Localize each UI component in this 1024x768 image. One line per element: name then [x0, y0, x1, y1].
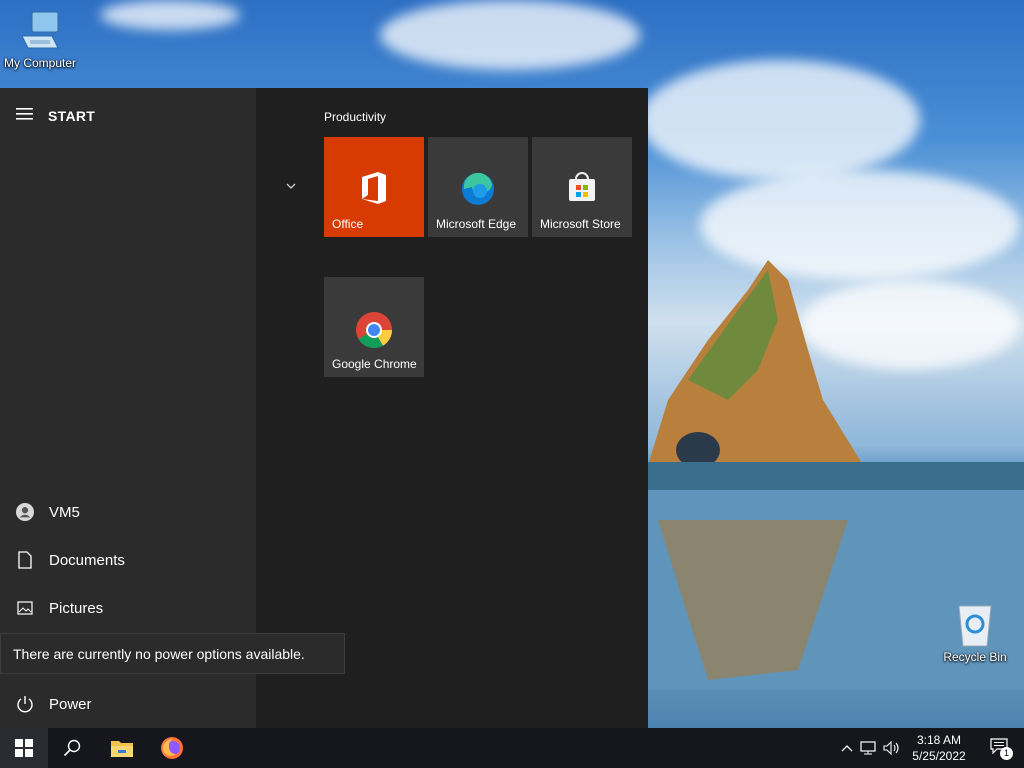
pictures-icon — [16, 599, 34, 617]
store-tile[interactable]: Microsoft Store — [532, 137, 632, 237]
power-item[interactable]: Power — [0, 684, 256, 724]
notification-count-badge: 1 — [1000, 747, 1013, 760]
network-icon[interactable] — [856, 741, 880, 755]
chrome-tile[interactable]: Google Chrome — [324, 277, 424, 377]
documents-label: Documents — [49, 551, 125, 569]
clock-date: 5/25/2022 — [912, 749, 966, 763]
user-account-label: VM5 — [49, 503, 80, 521]
system-tray — [838, 728, 904, 768]
action-center-button[interactable]: 1 — [976, 728, 1024, 768]
tile-label: Microsoft Store — [540, 217, 621, 231]
tile-group-label: Productivity — [324, 110, 387, 124]
chrome-icon — [355, 311, 393, 352]
document-icon — [16, 551, 34, 569]
desktop-icon-label: Recycle Bin — [943, 650, 1007, 664]
power-label: Power — [49, 695, 92, 713]
edge-tile[interactable]: Microsoft Edge — [428, 137, 528, 237]
recycle-bin-icon — [958, 605, 992, 647]
file-explorer-button[interactable] — [98, 728, 146, 768]
clock-time: 3:18 AM — [916, 733, 962, 747]
pictures-label: Pictures — [49, 599, 104, 617]
start-tiles-pane: Productivity Office Microsoft Edge Micro… — [256, 88, 648, 728]
user-avatar-icon — [16, 503, 34, 521]
power-icon — [16, 695, 34, 713]
tile-label: Google Chrome — [332, 357, 417, 371]
user-account-item[interactable]: VM5 — [0, 492, 256, 532]
power-options-tooltip: There are currently no power options ava… — [0, 633, 345, 674]
firefox-button[interactable] — [148, 728, 196, 768]
file-explorer-icon — [111, 741, 133, 757]
search-icon — [63, 739, 81, 757]
taskbar: 3:18 AM 5/25/2022 1 — [0, 728, 1024, 768]
store-icon — [566, 171, 598, 206]
volume-icon[interactable] — [880, 741, 904, 755]
office-icon — [359, 171, 389, 208]
tile-label: Office — [332, 217, 364, 231]
start-title: START — [48, 108, 96, 124]
my-computer-desktop-icon[interactable]: My Computer — [0, 10, 80, 70]
start-menu: START VM5 Documents Pictures Power Produ… — [0, 88, 648, 728]
firefox-icon — [161, 737, 183, 759]
recycle-bin-desktop-icon[interactable]: Recycle Bin — [935, 600, 1015, 664]
search-button[interactable] — [48, 728, 96, 768]
hamburger-menu-icon[interactable] — [16, 107, 34, 126]
pictures-item[interactable]: Pictures — [0, 588, 256, 628]
tile-label: Microsoft Edge — [436, 217, 517, 231]
computer-icon — [21, 11, 59, 49]
tooltip-text: There are currently no power options ava… — [13, 645, 305, 662]
start-icon — [15, 739, 33, 757]
taskbar-clock[interactable]: 3:18 AM 5/25/2022 — [908, 732, 970, 764]
chevron-down-icon[interactable] — [286, 178, 296, 192]
start-button[interactable] — [0, 728, 48, 768]
edge-icon — [460, 171, 496, 210]
desktop-icon-label: My Computer — [3, 56, 77, 70]
office-tile[interactable]: Office — [324, 137, 424, 237]
start-left-pane: START VM5 Documents Pictures Power — [0, 88, 256, 728]
start-header: START — [16, 106, 95, 126]
documents-item[interactable]: Documents — [0, 540, 256, 580]
chevron-up-icon[interactable] — [838, 744, 856, 752]
